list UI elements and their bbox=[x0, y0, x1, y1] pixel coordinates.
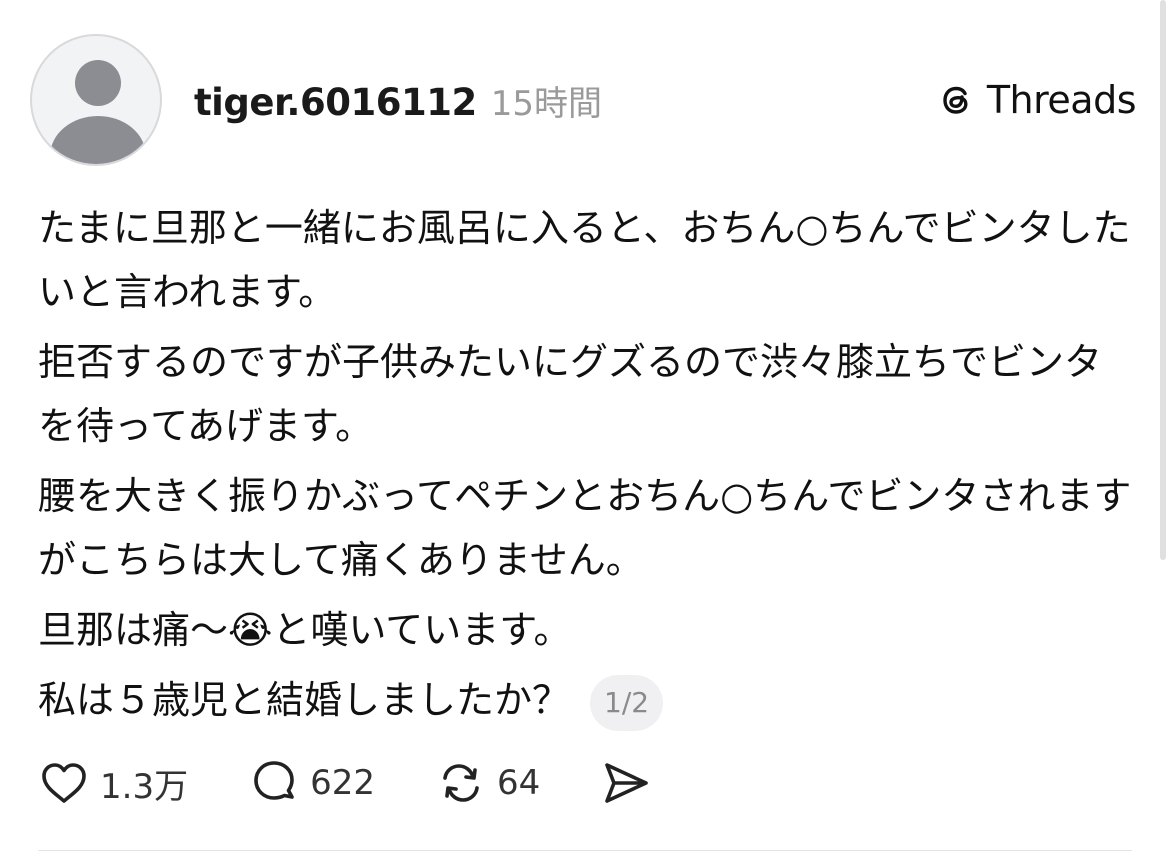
repost-button[interactable]: 64 bbox=[435, 757, 540, 809]
post-paragraph-2: 拒否するのですが子供みたいにグズるので渋々膝立ちでビンタを待ってあげます。 bbox=[38, 340, 1103, 448]
post-paragraph-5: 私は５歳児と結婚しましたか？ 1/2 bbox=[38, 668, 1138, 732]
repost-count: 64 bbox=[496, 763, 541, 803]
heart-icon bbox=[38, 757, 90, 809]
post-header: tiger.6016112 15時間 bbox=[194, 76, 602, 125]
brand-name: Threads bbox=[986, 78, 1137, 122]
action-bar: 1.3万 622 64 bbox=[38, 754, 712, 812]
post-paragraph-3: 腰を大きく振りかぶってペチンとおちん○ちんでビンタされますがこちらは大して痛くあ… bbox=[38, 474, 1132, 582]
reply-count: 622 bbox=[310, 763, 375, 803]
reply-button[interactable]: 622 bbox=[248, 757, 375, 809]
emoji-line-before: 旦那は痛〜 bbox=[38, 608, 229, 652]
post-paragraph-1: たまに旦那と一緒にお風呂に入ると、おちん○ちんでビンタしたいと言われます。 bbox=[38, 206, 1131, 314]
crying-face-icon: 😭 bbox=[228, 608, 273, 652]
share-button[interactable] bbox=[600, 757, 652, 809]
repost-arrows-icon bbox=[435, 757, 487, 809]
post-divider bbox=[38, 850, 1132, 851]
avatar-body-shape bbox=[50, 116, 146, 164]
speech-bubble-icon bbox=[248, 757, 300, 809]
avatar[interactable] bbox=[30, 34, 162, 166]
emoji-line-after: と嘆いています。 bbox=[272, 608, 572, 652]
like-button[interactable]: 1.3万 bbox=[38, 757, 188, 809]
send-icon bbox=[600, 757, 652, 809]
avatar-head-shape bbox=[75, 60, 121, 106]
threads-brand: Threads bbox=[937, 78, 1137, 122]
like-count: 1.3万 bbox=[100, 766, 189, 807]
threads-post: tiger.6016112 15時間 Threads たまに旦那と一緒にお風呂に… bbox=[0, 0, 1170, 857]
last-line: 私は５歳児と結婚しましたか？ bbox=[38, 678, 571, 722]
scrollbar[interactable] bbox=[1160, 0, 1166, 560]
threads-logo-icon bbox=[937, 80, 977, 120]
post-paragraph-4: 旦那は痛〜😭と嘆いています。 bbox=[38, 598, 1138, 662]
page-indicator[interactable]: 1/2 bbox=[590, 674, 664, 731]
username[interactable]: tiger.6016112 bbox=[194, 81, 477, 124]
post-body: たまに旦那と一緒にお風呂に入ると、おちん○ちんでビンタしたいと言われます。 拒否… bbox=[38, 196, 1138, 738]
timestamp: 15時間 bbox=[490, 84, 602, 124]
